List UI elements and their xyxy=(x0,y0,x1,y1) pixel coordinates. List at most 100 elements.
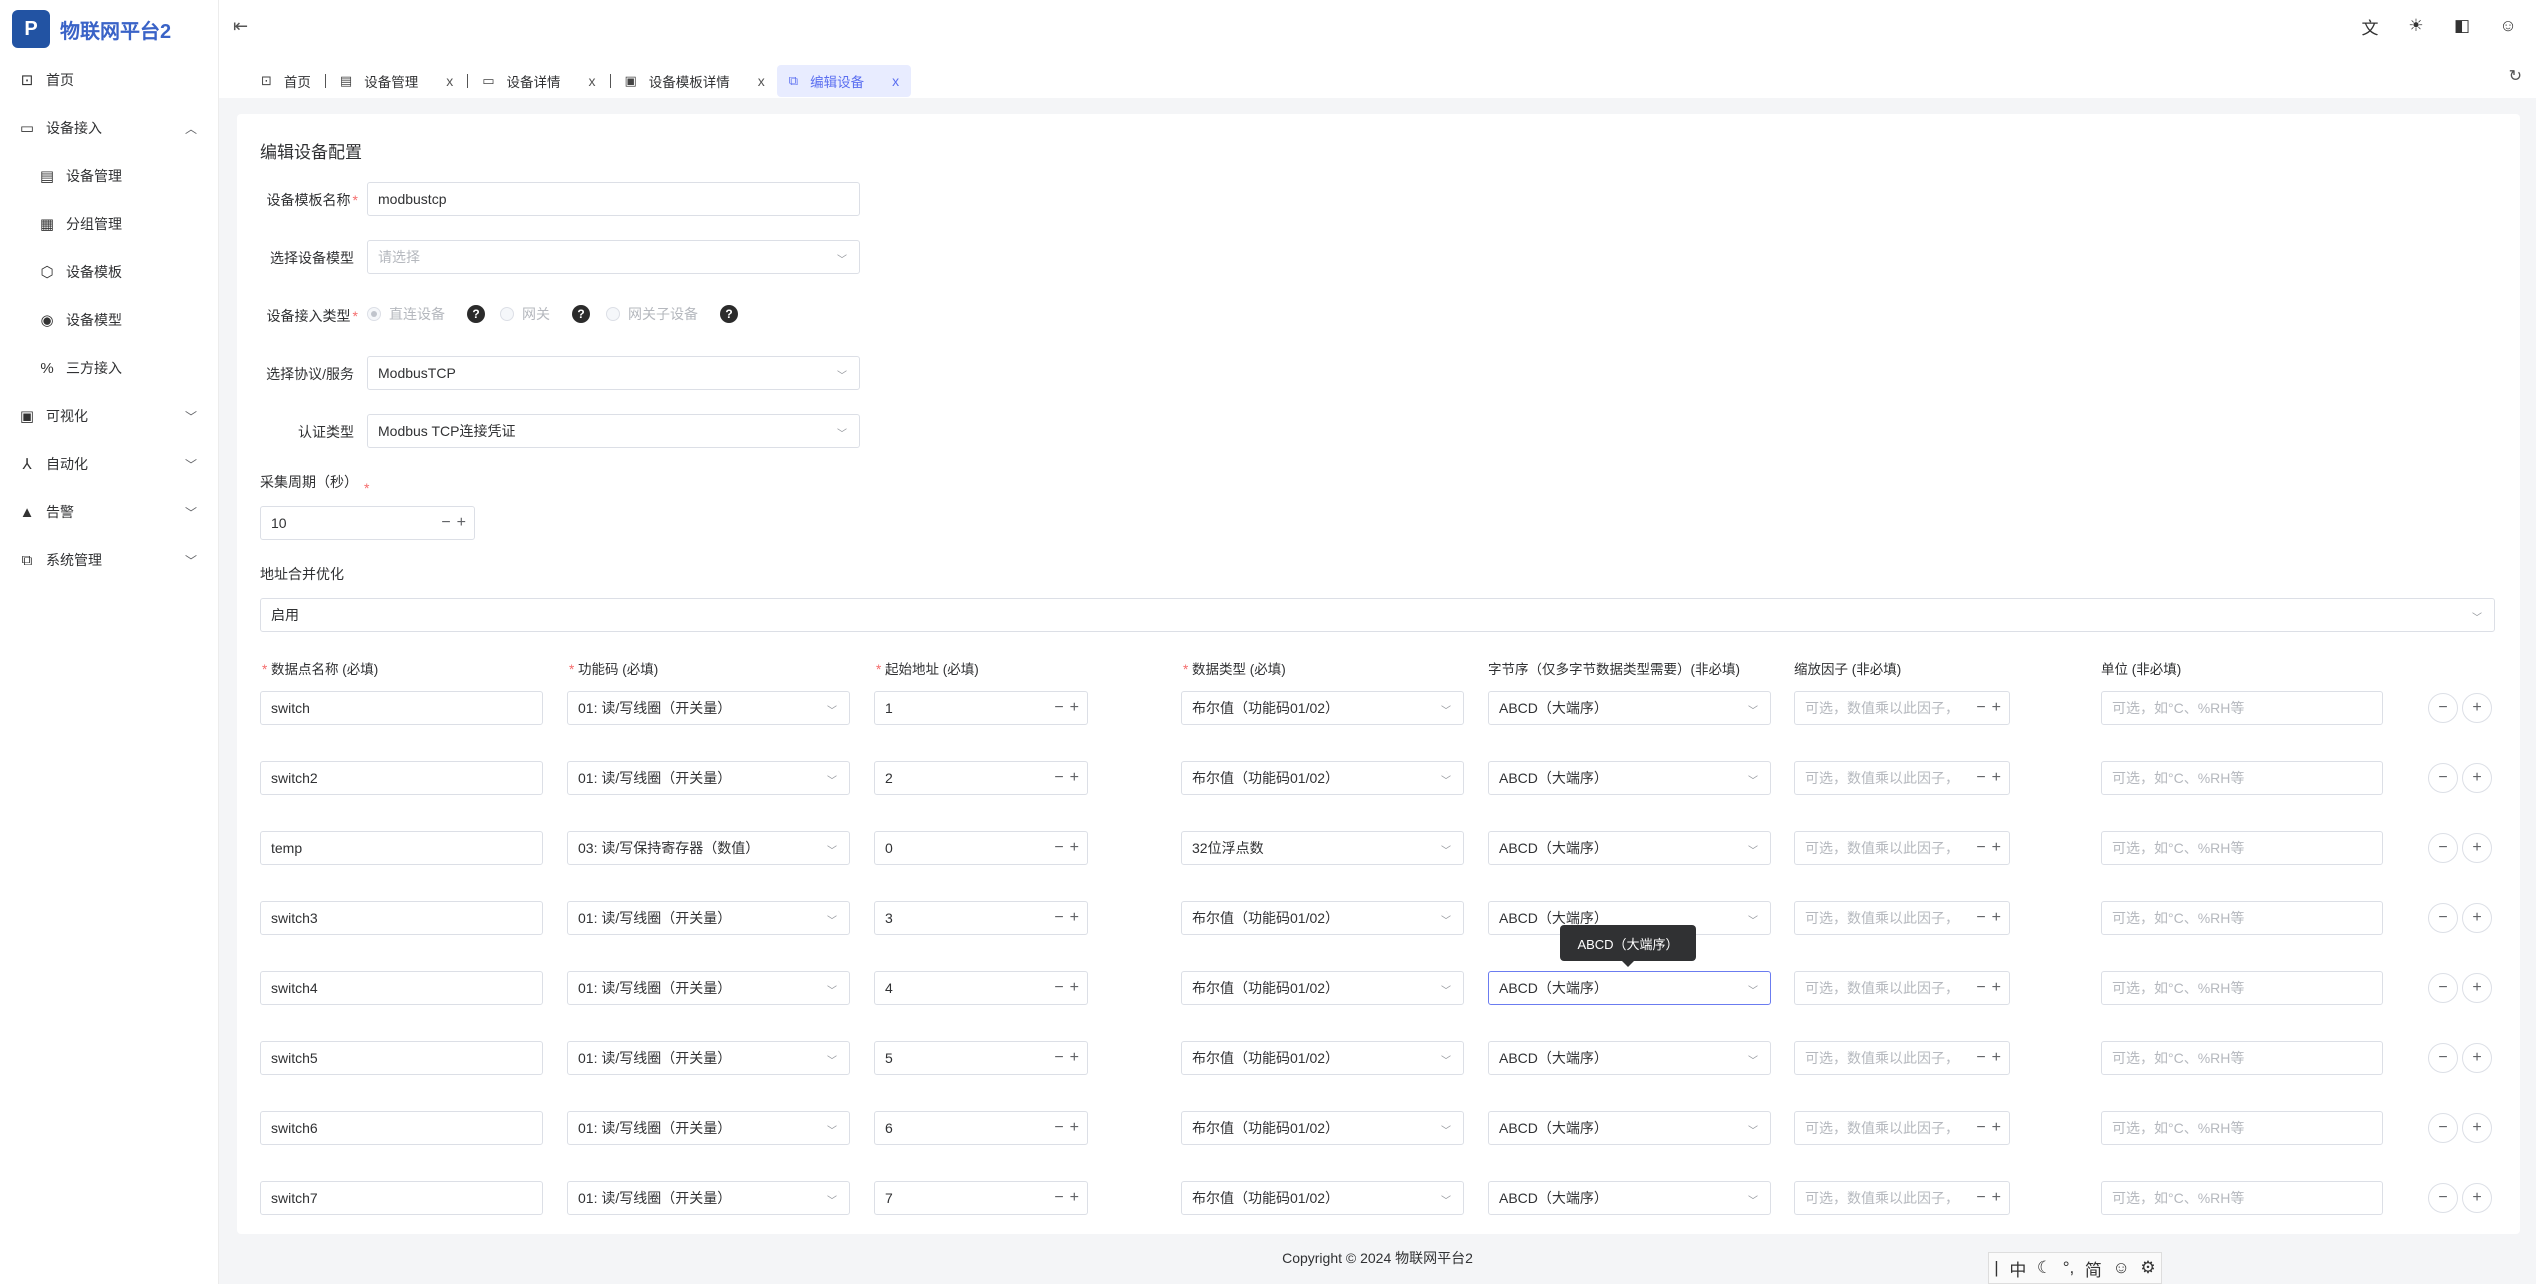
ime-chinese-mode[interactable]: 中 xyxy=(2009,1256,2026,1281)
minus-icon[interactable]: − xyxy=(441,514,450,532)
add-row-button[interactable]: + xyxy=(2462,1183,2492,1213)
tab-home[interactable]: ⊡ 首页 xyxy=(249,65,323,97)
minus-icon[interactable]: − xyxy=(1976,769,1985,787)
help-icon[interactable]: ? xyxy=(572,305,590,323)
unit-input[interactable]: 可选，如°C、%RH等 xyxy=(2101,761,2383,795)
plus-icon[interactable]: + xyxy=(1070,979,1079,997)
plus-icon[interactable]: + xyxy=(1070,1119,1079,1137)
minus-icon[interactable]: − xyxy=(1054,769,1063,787)
plus-icon[interactable]: + xyxy=(1992,1119,2001,1137)
start-address-stepper[interactable]: 2 − + xyxy=(874,761,1088,795)
plus-icon[interactable]: + xyxy=(1070,1049,1079,1067)
sidebar-item-home[interactable]: ⊡ 首页 xyxy=(0,60,219,100)
plus-icon[interactable]: + xyxy=(1992,909,2001,927)
remove-row-button[interactable]: − xyxy=(2428,1113,2458,1143)
plus-icon[interactable]: + xyxy=(1992,769,2001,787)
plus-icon[interactable]: + xyxy=(1070,769,1079,787)
unit-input[interactable]: 可选，如°C、%RH等 xyxy=(2101,971,2383,1005)
close-icon[interactable]: x xyxy=(892,73,899,89)
minus-icon[interactable]: − xyxy=(1054,699,1063,717)
unit-input[interactable]: 可选，如°C、%RH等 xyxy=(2101,901,2383,935)
function-code-select[interactable]: 01: 读/写线圈（开关量） ﹀ xyxy=(567,971,850,1005)
function-code-select[interactable]: 01: 读/写线圈（开关量） ﹀ xyxy=(567,1041,850,1075)
radio-direct-device[interactable]: 直连设备 ? xyxy=(367,304,485,324)
remove-row-button[interactable]: − xyxy=(2428,1043,2458,1073)
byte-order-select[interactable]: ABCD（大端序） ﹀ xyxy=(1488,1111,1771,1145)
model-select[interactable]: 请选择 ﹀ xyxy=(367,240,860,274)
minus-icon[interactable]: − xyxy=(1976,1189,1985,1207)
close-icon[interactable]: x xyxy=(758,73,765,89)
collapse-menu-icon[interactable]: ⇤ xyxy=(233,16,248,37)
start-address-stepper[interactable]: 3 − + xyxy=(874,901,1088,935)
start-address-stepper[interactable]: 7 − + xyxy=(874,1181,1088,1215)
tab-template-detail[interactable]: ▣ 设备模板详情 x xyxy=(613,65,777,97)
scale-factor-stepper[interactable]: 可选，数值乘以此因子， − + xyxy=(1794,691,2010,725)
radio-gateway[interactable]: 网关 ? xyxy=(500,304,590,324)
scale-factor-stepper[interactable]: 可选，数值乘以此因子， − + xyxy=(1794,761,2010,795)
help-icon[interactable]: ? xyxy=(720,305,738,323)
add-row-button[interactable]: + xyxy=(2462,1043,2492,1073)
ime-simplified-mode[interactable]: 简 xyxy=(2085,1256,2102,1281)
data-type-select[interactable]: 布尔值（功能码01/02） ﹀ xyxy=(1181,691,1464,725)
sidebar-item-group-management[interactable]: ▦ 分组管理 xyxy=(0,204,219,244)
scale-factor-stepper[interactable]: 可选，数值乘以此因子， − + xyxy=(1794,1111,2010,1145)
remove-row-button[interactable]: − xyxy=(2428,1183,2458,1213)
sun-icon[interactable]: ☀ xyxy=(2404,14,2428,38)
plus-icon[interactable]: + xyxy=(1992,979,2001,997)
sidebar-item-visualization[interactable]: ▣ 可视化 ﹀ xyxy=(0,396,219,436)
minus-icon[interactable]: − xyxy=(1976,1049,1985,1067)
merge-select[interactable]: 启用 ﹀ xyxy=(260,598,2495,632)
unit-input[interactable]: 可选，如°C、%RH等 xyxy=(2101,691,2383,725)
minus-icon[interactable]: − xyxy=(1976,699,1985,717)
data-type-select[interactable]: 布尔值（功能码01/02） ﹀ xyxy=(1181,1111,1464,1145)
unit-input[interactable]: 可选，如°C、%RH等 xyxy=(2101,831,2383,865)
point-name-input[interactable]: temp xyxy=(260,831,543,865)
theme-icon[interactable]: ◧ xyxy=(2450,14,2474,38)
minus-icon[interactable]: − xyxy=(1054,909,1063,927)
data-type-select[interactable]: 布尔值（功能码01/02） ﹀ xyxy=(1181,1181,1464,1215)
unit-input[interactable]: 可选，如°C、%RH等 xyxy=(2101,1181,2383,1215)
byte-order-select[interactable]: ABCD（大端序） ﹀ xyxy=(1488,691,1771,725)
template-name-input[interactable]: modbustcp xyxy=(367,182,860,216)
remove-row-button[interactable]: − xyxy=(2428,833,2458,863)
sidebar-item-third-party[interactable]: % 三方接入 xyxy=(0,348,219,388)
minus-icon[interactable]: − xyxy=(1054,1189,1063,1207)
auth-type-select[interactable]: Modbus TCP连接凭证 ﹀ xyxy=(367,414,860,448)
user-icon[interactable]: ☺ xyxy=(2496,14,2520,38)
data-type-select[interactable]: 布尔值（功能码01/02） ﹀ xyxy=(1181,1041,1464,1075)
add-row-button[interactable]: + xyxy=(2462,1113,2492,1143)
byte-order-select[interactable]: ABCD（大端序） ﹀ xyxy=(1488,761,1771,795)
start-address-stepper[interactable]: 5 − + xyxy=(874,1041,1088,1075)
scale-factor-stepper[interactable]: 可选，数值乘以此因子， − + xyxy=(1794,901,2010,935)
period-stepper[interactable]: 10 − + xyxy=(260,506,475,540)
minus-icon[interactable]: − xyxy=(1976,979,1985,997)
plus-icon[interactable]: + xyxy=(1070,699,1079,717)
radio-gateway-sub-device[interactable]: 网关子设备 ? xyxy=(606,304,738,324)
help-icon[interactable]: ? xyxy=(467,305,485,323)
start-address-stepper[interactable]: 1 − + xyxy=(874,691,1088,725)
scale-factor-stepper[interactable]: 可选，数值乘以此因子， − + xyxy=(1794,831,2010,865)
minus-icon[interactable]: − xyxy=(1054,1119,1063,1137)
point-name-input[interactable]: switch6 xyxy=(260,1111,543,1145)
refresh-icon[interactable]: ↻ xyxy=(2509,66,2522,86)
remove-row-button[interactable]: − xyxy=(2428,693,2458,723)
sidebar-item-system[interactable]: ⧉ 系统管理 ﹀ xyxy=(0,540,219,580)
minus-icon[interactable]: − xyxy=(1976,839,1985,857)
byte-order-select[interactable]: ABCD（大端序） ﹀ xyxy=(1488,971,1771,1005)
sidebar-item-device-model[interactable]: ◉ 设备模型 xyxy=(0,300,219,340)
minus-icon[interactable]: − xyxy=(1976,909,1985,927)
close-icon[interactable]: x xyxy=(589,73,596,89)
logo[interactable]: P 物联网平台2 xyxy=(0,0,218,58)
plus-icon[interactable]: + xyxy=(1992,1189,2001,1207)
data-type-select[interactable]: 32位浮点数 ﹀ xyxy=(1181,831,1464,865)
function-code-select[interactable]: 01: 读/写线圈（开关量） ﹀ xyxy=(567,1181,850,1215)
minus-icon[interactable]: − xyxy=(1054,1049,1063,1067)
plus-icon[interactable]: + xyxy=(1070,909,1079,927)
protocol-select[interactable]: ModbusTCP ﹀ xyxy=(367,356,860,390)
remove-row-button[interactable]: − xyxy=(2428,973,2458,1003)
gear-icon[interactable]: ⚙ xyxy=(2140,1258,2155,1278)
translate-icon[interactable]: 文 xyxy=(2358,14,2382,38)
minus-icon[interactable]: − xyxy=(1054,839,1063,857)
plus-icon[interactable]: + xyxy=(1070,839,1079,857)
point-name-input[interactable]: switch4 xyxy=(260,971,543,1005)
